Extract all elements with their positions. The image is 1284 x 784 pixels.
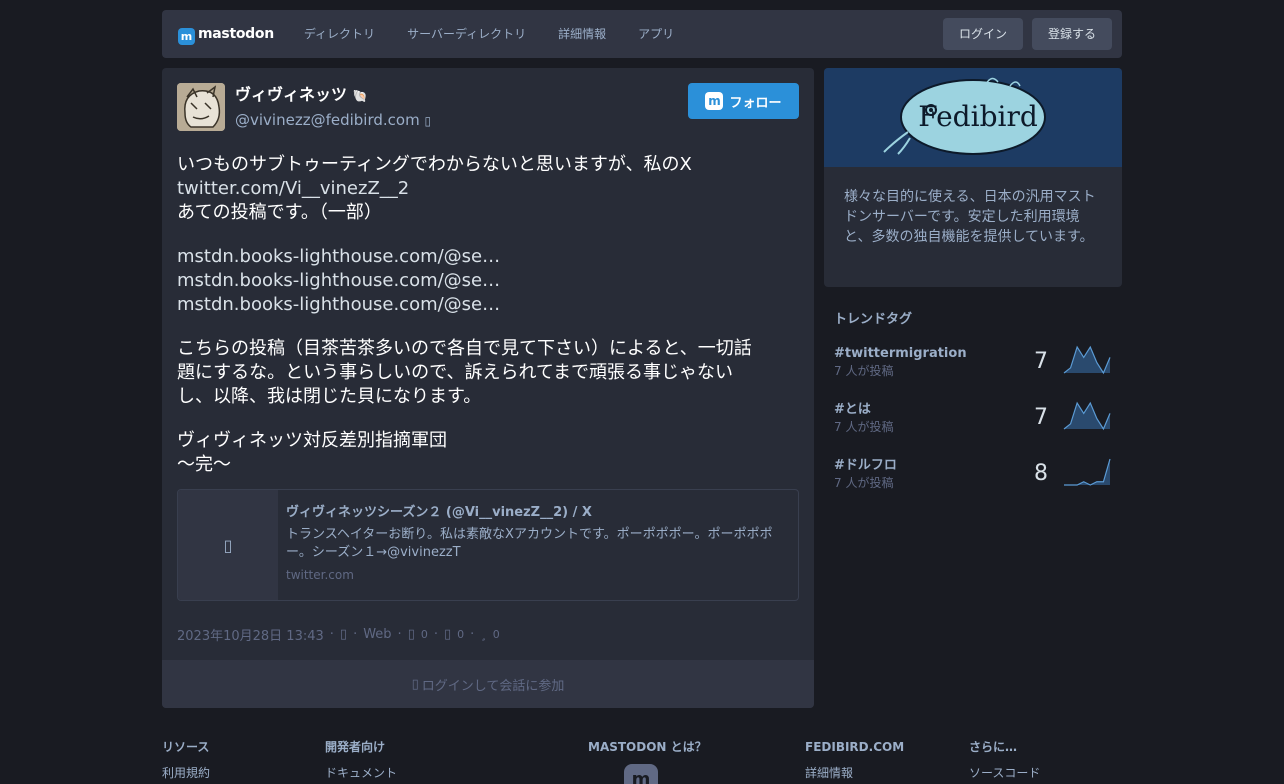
footer-heading: 開発者向け bbox=[325, 740, 386, 754]
sparkline-area bbox=[1064, 347, 1110, 373]
favourite-icon[interactable]: ▯ bbox=[444, 627, 451, 642]
nav-directory[interactable]: ディレクトリ bbox=[288, 10, 391, 58]
footer-heading: MASTODON とは？ bbox=[588, 740, 707, 754]
content-text: あての投稿です。（一部） bbox=[177, 202, 382, 223]
top-navigation-bar: m mastodon ディレクトリ サーバーディレクトリ 詳細情報 アプリ ログ… bbox=[162, 10, 1122, 58]
trends-title: トレンドタグ bbox=[834, 312, 913, 327]
content-text: し、以降、我は閉じた貝になります。 bbox=[177, 386, 482, 407]
footer-link-source[interactable]: ソースコード bbox=[969, 764, 1040, 782]
server-description: 様々な目的に使える、日本の汎用マストドンサーバーです。安定した利用環境と、多数の… bbox=[844, 189, 1096, 245]
logo-text: mastodon bbox=[198, 26, 274, 42]
globe-icon: ▯ bbox=[339, 627, 348, 642]
follow-button[interactable]: m フォロー bbox=[688, 83, 799, 119]
footer-link-terms[interactable]: 利用規約 bbox=[162, 764, 210, 782]
post-content: いつものサブトゥーティングでわからないと思いますが、私のX twitter.co… bbox=[177, 153, 799, 477]
avatar[interactable] bbox=[177, 83, 225, 131]
trend-item[interactable]: #ドルフロ 7 人が投稿 8 bbox=[824, 447, 1122, 503]
footer-heading: FEDIBIRD.COM bbox=[805, 740, 905, 754]
account-handle: @vivinezz@fedibird.com bbox=[235, 111, 420, 129]
display-name: ヴィヴィネッツ bbox=[235, 85, 348, 104]
post-meta: 2023年10月28日 13:43 · ▯ · Web · ▯ 0 · ▯ 0 … bbox=[177, 625, 500, 644]
mastodon-icon: m bbox=[705, 92, 724, 110]
server-info-card: Fedibird 様々な目的に使える、日本の汎用マストドンサーバーです。安定した… bbox=[824, 68, 1122, 287]
bookmark-count: 0 bbox=[492, 628, 500, 641]
follow-label: フォロー bbox=[729, 95, 782, 111]
content-link[interactable]: mstdn.books-lighthouse.com/@se… bbox=[177, 269, 799, 293]
favourite-count: 0 bbox=[457, 628, 465, 641]
tag-count: 8 bbox=[1034, 461, 1048, 486]
card-host: twitter.com bbox=[286, 568, 354, 582]
sparkline-area bbox=[1064, 403, 1110, 429]
main-nav: ディレクトリ サーバーディレクトリ 詳細情報 アプリ bbox=[288, 10, 690, 58]
content-text: ヴィヴィネッツ対反差別指摘軍団 bbox=[177, 430, 447, 451]
trending-tags: トレンドタグ #twittermigration 7 人が投稿 7 #とは 7 … bbox=[824, 300, 1122, 503]
content-link[interactable]: mstdn.books-lighthouse.com/@se… bbox=[177, 245, 799, 269]
reply-icon: ▯ bbox=[411, 676, 419, 692]
lock-icon: ▯ bbox=[424, 114, 432, 128]
join-conversation-button[interactable]: ▯ ログインして会話に参加 bbox=[162, 660, 814, 708]
mastodon-logo-icon: m bbox=[178, 27, 195, 45]
content-link[interactable]: twitter.com/Vi__vinezZ__2 bbox=[177, 177, 799, 201]
tag-count: 7 bbox=[1034, 405, 1048, 430]
post-detail: ヴィヴィネッツ 🐚 @vivinezz@fedibird.com ▯ m フォロ… bbox=[162, 68, 814, 708]
nav-about[interactable]: 詳細情報 bbox=[542, 10, 622, 58]
custom-emoji-icon: 🐚 bbox=[352, 89, 368, 103]
nav-server-directory[interactable]: サーバーディレクトリ bbox=[391, 10, 542, 58]
sparkline bbox=[1063, 401, 1111, 431]
mastodon-icon[interactable]: m bbox=[624, 764, 658, 784]
card-title: ヴィヴィネッツシーズン２ (@Vi__vinezZ__2) / X bbox=[286, 505, 592, 520]
reblog-icon[interactable]: ▯ bbox=[408, 627, 415, 642]
sparkline-line bbox=[1064, 458, 1111, 486]
server-banner: Fedibird bbox=[824, 68, 1122, 167]
file-icon: ▯ bbox=[178, 490, 278, 600]
content-text: こちらの投稿（目茶苦茶多いので各自で見て下さい）によると、一切話 bbox=[177, 338, 752, 359]
register-button[interactable]: 登録する bbox=[1031, 18, 1112, 50]
mastodon-logo[interactable]: m mastodon bbox=[178, 10, 274, 58]
sparkline bbox=[1063, 345, 1111, 375]
content-text: 題にするな。という事らしいので、訴えられてまで頑張る事じゃない bbox=[177, 362, 734, 383]
footer-heading: リソース bbox=[162, 740, 210, 754]
login-button[interactable]: ログイン bbox=[942, 18, 1023, 50]
trend-item[interactable]: #とは 7 人が投稿 7 bbox=[824, 391, 1122, 447]
card-description: トランスヘイターお断り。私は素敵なXアカウントです。ポーポポポー。ポーポポポー。… bbox=[286, 527, 773, 560]
banner-text: Fedibird bbox=[918, 100, 1038, 133]
bookmark-icon[interactable]: ¸ bbox=[480, 627, 487, 642]
post-date[interactable]: 2023年10月28日 13:43 bbox=[177, 625, 324, 644]
reblog-count: 0 bbox=[420, 628, 428, 641]
trend-item[interactable]: #twittermigration 7 人が投稿 7 bbox=[824, 335, 1122, 391]
join-label: ログインして会話に参加 bbox=[421, 678, 565, 694]
sparkline bbox=[1064, 458, 1111, 486]
nav-apps[interactable]: アプリ bbox=[622, 10, 690, 58]
post-app: Web bbox=[363, 627, 392, 642]
content-text: いつものサブトゥーティングでわからないと思いますが、私のX bbox=[177, 154, 692, 175]
content-text: 〜完〜 bbox=[177, 454, 231, 475]
link-preview-card[interactable]: ▯ ヴィヴィネッツシーズン２ (@Vi__vinezZ__2) / X トランス… bbox=[177, 489, 799, 601]
tag-count: 7 bbox=[1034, 349, 1048, 374]
content-link[interactable]: mstdn.books-lighthouse.com/@se… bbox=[177, 293, 799, 317]
footer-heading: さらに… bbox=[969, 740, 1018, 754]
footer-link-about[interactable]: 詳細情報 bbox=[805, 764, 904, 782]
footer-link-docs[interactable]: ドキュメント bbox=[325, 764, 397, 782]
